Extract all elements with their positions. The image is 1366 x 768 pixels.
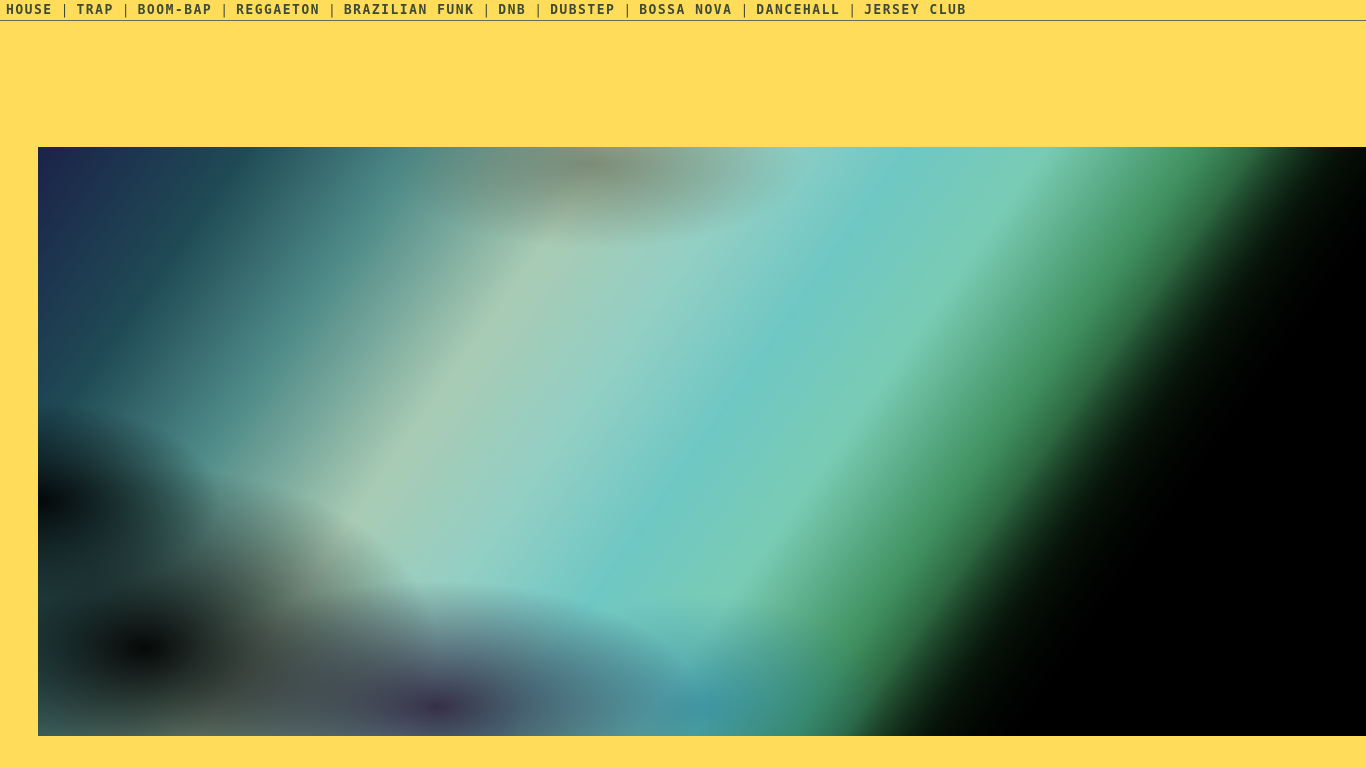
nav-separator: |	[740, 2, 749, 18]
nav-separator: |	[482, 2, 491, 18]
genre-nav: HOUSE | TRAP | BOOM-BAP | REGGAETON | BR…	[0, 0, 1366, 21]
nav-separator: |	[534, 2, 543, 18]
nav-separator: |	[328, 2, 336, 18]
nav-separator: |	[121, 2, 130, 18]
nav-separator: |	[60, 2, 69, 18]
nav-separator: |	[623, 2, 632, 18]
nav-item-bossa-nova[interactable]: BOSSA NOVA	[639, 3, 732, 18]
nav-item-trap[interactable]: TRAP	[76, 3, 113, 18]
gradient-artwork	[38, 147, 1366, 736]
nav-item-jersey-club[interactable]: JERSEY CLUB	[864, 3, 967, 18]
nav-item-dnb[interactable]: DNB	[498, 3, 526, 18]
nav-item-dancehall[interactable]: DANCEHALL	[756, 3, 840, 18]
nav-item-house[interactable]: HOUSE	[6, 3, 53, 18]
gradient-dark-edge	[38, 147, 1366, 736]
nav-item-boom-bap[interactable]: BOOM-BAP	[138, 3, 213, 18]
nav-item-dubstep[interactable]: DUBSTEP	[550, 3, 615, 18]
nav-item-reggaeton[interactable]: REGGAETON	[236, 3, 320, 18]
nav-item-brazilian-funk[interactable]: BRAZILIAN FUNK	[344, 3, 475, 18]
nav-separator: |	[848, 2, 857, 18]
nav-separator: |	[220, 2, 229, 18]
